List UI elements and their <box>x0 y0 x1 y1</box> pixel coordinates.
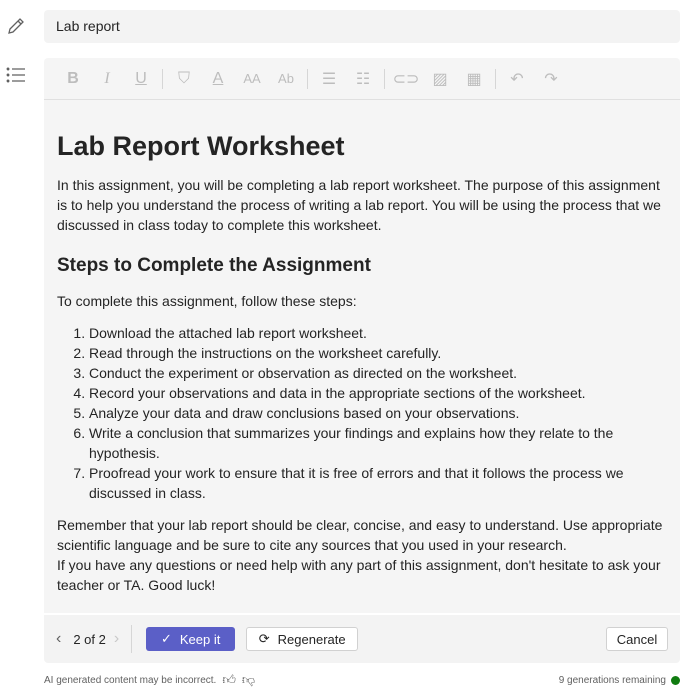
keep-label: Keep it <box>179 631 221 647</box>
thumbs-up-icon[interactable]: 👍︎ <box>222 672 236 688</box>
status-dot <box>671 675 680 685</box>
list-item: Record your observations and data in the… <box>89 383 667 403</box>
list-item: Analyze your data and draw conclusions b… <box>89 403 667 423</box>
divider <box>131 625 133 653</box>
closing-paragraph: If you have any questions or need help w… <box>57 557 661 593</box>
divider <box>384 68 385 89</box>
undo-icon[interactable]: ↶ <box>500 64 534 94</box>
list-item: Download the attached lab report workshe… <box>89 323 667 343</box>
font-color-icon[interactable]: A <box>201 64 235 94</box>
list-item: Read through the instructions on the wor… <box>89 343 667 363</box>
clear-format-icon[interactable]: Ab <box>269 64 303 94</box>
intro-paragraph: In this assignment, you will be completi… <box>57 177 661 233</box>
regenerate-label: Regenerate <box>277 631 346 647</box>
keep-it-button[interactable]: ✓ Keep it <box>146 627 236 651</box>
numbered-list-icon[interactable]: ☷ <box>346 64 380 94</box>
divider <box>162 68 163 89</box>
chevron-right-icon[interactable]: › <box>114 630 119 648</box>
thumbs-down-icon[interactable]: 👎︎ <box>242 672 255 688</box>
font-size-icon[interactable]: AA <box>235 64 269 94</box>
highlight-icon[interactable]: ⛉ <box>167 64 201 94</box>
heading-1: Lab Report Worksheet <box>57 131 345 161</box>
redo-icon[interactable]: ↷ <box>534 64 568 94</box>
rich-text-editor[interactable]: B I U ⛉ A AA Ab ☰ ☷ ⊂⊃ ▨ ▦ ↶ ↷ Lab Repor… <box>44 58 680 613</box>
cancel-button[interactable]: Cancel <box>606 627 668 651</box>
edit-pencil-icon <box>5 15 27 37</box>
list-item: Conduct the experiment or observation as… <box>89 363 667 383</box>
disclaimer-text: AI generated content may be incorrect. <box>44 674 217 686</box>
divider <box>495 68 496 89</box>
formatting-toolbar: B I U ⛉ A AA Ab ☰ ☷ ⊂⊃ ▨ ▦ ↶ ↷ <box>44 58 680 100</box>
steps-list: Download the attached lab report workshe… <box>89 323 667 503</box>
heading-2: Steps to Complete the Assignment <box>57 255 371 276</box>
underline-icon[interactable]: U <box>124 64 158 94</box>
action-bar: ‹ 2 of 2 › ✓ Keep it ⟳ Regenerate Cancel <box>44 615 680 663</box>
pager-text: 2 of 2 <box>73 631 106 647</box>
table-icon[interactable]: ▦ <box>457 64 491 94</box>
editor-content[interactable]: Lab Report Worksheet In this assignment,… <box>44 100 680 595</box>
lead-paragraph: To complete this assignment, follow thes… <box>57 293 357 309</box>
list-item: Proofread your work to ensure that it is… <box>89 463 667 503</box>
list-icon <box>5 64 27 86</box>
generations-remaining: 9 generations remaining <box>558 674 666 686</box>
regenerate-button[interactable]: ⟳ Regenerate <box>246 627 359 651</box>
list-item: Write a conclusion that summarizes your … <box>89 423 667 463</box>
status-bar: AI generated content may be incorrect. 👍… <box>44 672 680 688</box>
bold-icon[interactable]: B <box>56 64 90 94</box>
closing-paragraph: Remember that your lab report should be … <box>57 517 663 553</box>
title-input[interactable]: Lab report <box>44 10 680 43</box>
image-icon[interactable]: ▨ <box>423 64 457 94</box>
link-icon[interactable]: ⊂⊃ <box>389 64 423 94</box>
italic-icon[interactable]: I <box>90 64 124 94</box>
chevron-left-icon[interactable]: ‹ <box>56 630 61 648</box>
refresh-icon: ⟳ <box>258 631 270 646</box>
divider <box>307 68 308 89</box>
checkmark-icon: ✓ <box>160 631 172 646</box>
bullet-list-icon[interactable]: ☰ <box>312 64 346 94</box>
